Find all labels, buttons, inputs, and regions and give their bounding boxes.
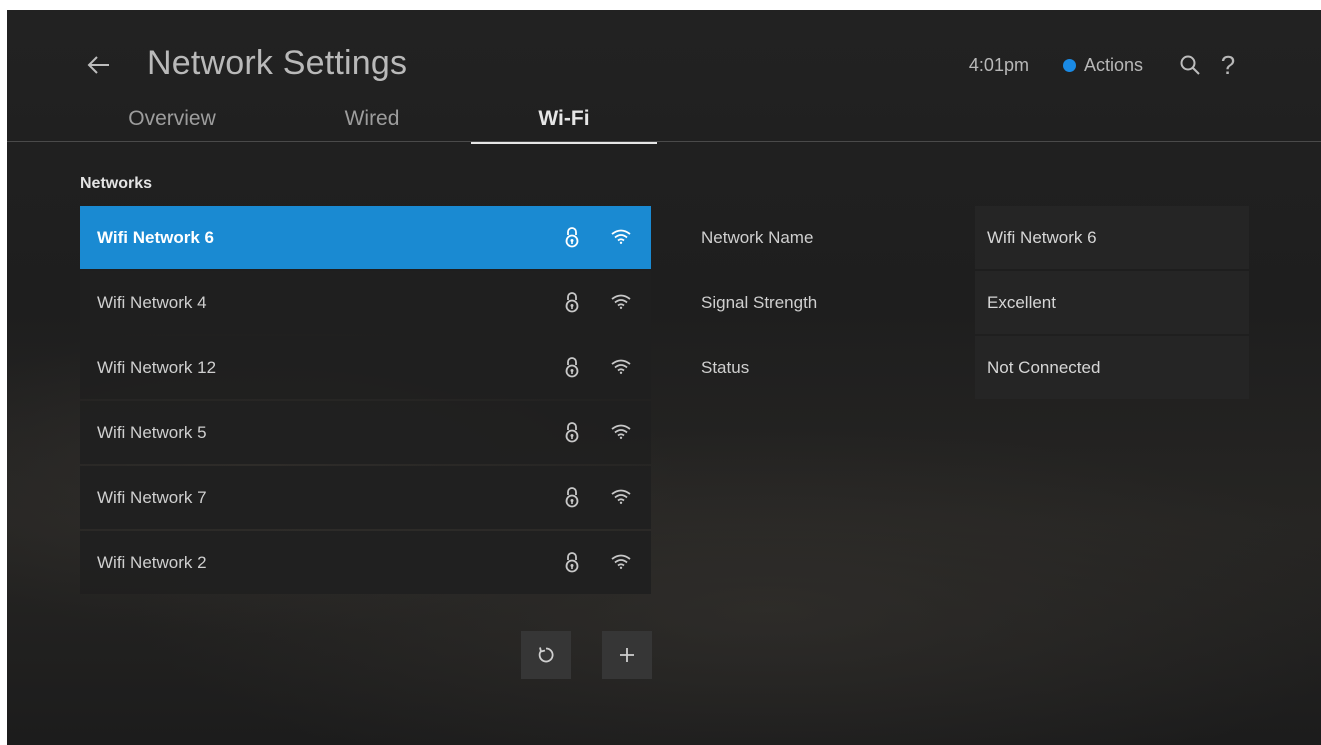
- tab-wired[interactable]: Wired: [312, 100, 432, 140]
- wifi-icon: [611, 424, 631, 439]
- add-network-button[interactable]: [602, 631, 652, 679]
- detail-value-network-name: Wifi Network 6: [975, 206, 1249, 269]
- search-button[interactable]: [1175, 50, 1205, 80]
- page-title: Network Settings: [147, 44, 408, 82]
- detail-label-status: Status: [701, 358, 750, 377]
- lock-icon: [565, 552, 579, 573]
- network-name: Wifi Network 12: [97, 357, 217, 377]
- network-name: Wifi Network 4: [97, 292, 207, 312]
- actions-label: Actions: [1083, 54, 1143, 75]
- network-name: Wifi Network 5: [97, 422, 207, 442]
- plus-icon: [620, 648, 634, 662]
- network-name: Wifi Network 6: [97, 227, 214, 247]
- lock-icon: [565, 487, 579, 508]
- network-item[interactable]: Wifi Network 7: [80, 466, 651, 529]
- lock-icon: [565, 422, 579, 443]
- network-item[interactable]: Wifi Network 4: [80, 271, 651, 334]
- back-arrow-icon: [87, 56, 109, 74]
- actions-button[interactable]: Actions: [1062, 54, 1143, 76]
- tab-overview[interactable]: Overview: [102, 100, 242, 140]
- detail-value-signal-strength: Excellent: [975, 271, 1249, 334]
- tabs-divider: [7, 141, 1321, 142]
- wifi-icon: [611, 554, 631, 569]
- networks-section-label: Networks: [80, 175, 153, 192]
- lock-icon: [565, 227, 579, 248]
- help-icon: ?: [1220, 49, 1236, 80]
- network-item[interactable]: Wifi Network 6: [80, 206, 651, 269]
- clock: 4:01pm: [968, 54, 1029, 75]
- back-button[interactable]: [84, 50, 114, 80]
- tab-bar: Overview Wired Wi-Fi: [7, 100, 1321, 144]
- tab-wifi[interactable]: Wi-Fi: [471, 100, 657, 144]
- lock-icon: [565, 292, 579, 313]
- detail-value-status: Not Connected: [975, 336, 1249, 399]
- network-item[interactable]: Wifi Network 5: [80, 401, 651, 464]
- tv-screen: Network Settings 4:01pm Actions ? Overvi…: [7, 10, 1321, 745]
- network-item[interactable]: Wifi Network 2: [80, 531, 651, 594]
- refresh-icon: [538, 647, 554, 663]
- wifi-icon: [611, 359, 631, 374]
- network-name: Wifi Network 2: [97, 552, 207, 572]
- network-name: Wifi Network 7: [97, 487, 207, 507]
- lock-icon: [565, 357, 579, 378]
- search-icon: [1180, 55, 1200, 75]
- header-toolbar: 4:01pm Actions ?: [969, 50, 1243, 80]
- wifi-icon: [611, 294, 631, 309]
- list-actions: [521, 631, 652, 679]
- detail-label-network-name: Network Name: [701, 228, 814, 247]
- actions-dot-icon: [1062, 58, 1076, 72]
- help-button[interactable]: ?: [1213, 50, 1243, 80]
- wifi-icon: [611, 229, 631, 244]
- detail-label-signal-strength: Signal Strength: [701, 293, 818, 312]
- network-item[interactable]: Wifi Network 12: [80, 336, 651, 399]
- wifi-icon: [611, 489, 631, 504]
- refresh-button[interactable]: [521, 631, 571, 679]
- network-list: Wifi Network 6 Wifi Network 4 Wifi Netwo…: [80, 206, 651, 596]
